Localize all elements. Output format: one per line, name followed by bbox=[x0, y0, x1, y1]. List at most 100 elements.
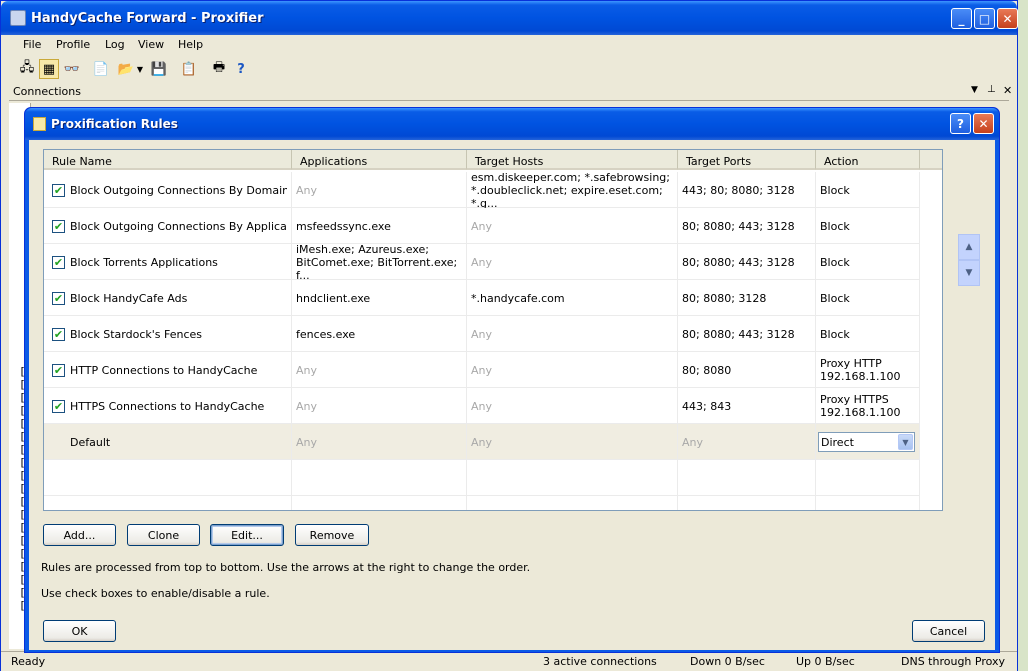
rule-row[interactable]: ✔ Block Torrents Applications iMesh.exe; A… bbox=[44, 244, 920, 280]
rule-name-cell[interactable]: ✔ HTTPS Connections to HandyCache bbox=[44, 388, 292, 424]
rule-ports-cell[interactable]: 80; 8080 bbox=[678, 352, 816, 388]
rule-action-cell[interactable]: Block bbox=[816, 244, 920, 280]
print-icon[interactable]: 🖶 bbox=[209, 59, 229, 79]
open-profile-icon[interactable]: 📂 bbox=[116, 59, 136, 79]
rule-ports-cell[interactable]: 80; 8080; 443; 3128 bbox=[678, 244, 816, 280]
rule-name-cell[interactable]: ✔ HTTP Connections to HandyCache bbox=[44, 352, 292, 388]
save-profile-icon[interactable]: 💾 bbox=[149, 59, 169, 79]
rule-name-cell[interactable]: ✔ Block Outgoing Connections By Applicati… bbox=[44, 208, 292, 244]
rule-hosts-cell[interactable]: Any bbox=[467, 352, 678, 388]
menu-help[interactable]: Help bbox=[178, 38, 203, 51]
connections-icon[interactable]: 🖧 bbox=[17, 59, 37, 79]
rule-name-cell[interactable]: ✔ Block Stardock's Fences bbox=[44, 316, 292, 352]
main-titlebar[interactable]: HandyCache Forward - Proxifier _ □ ✕ bbox=[1, 1, 1018, 35]
rule-enabled-checkbox[interactable]: ✔ bbox=[52, 399, 65, 413]
column-header-target-hosts[interactable]: Target Hosts bbox=[467, 150, 678, 170]
minimize-button[interactable]: _ bbox=[951, 8, 972, 29]
add-button[interactable]: Add... bbox=[43, 524, 116, 546]
rule-hosts-cell[interactable]: Any bbox=[467, 424, 678, 460]
rule-ports-cell[interactable]: 443; 843 bbox=[678, 388, 816, 424]
dialog-titlebar[interactable]: Proxification Rules ? ✕ bbox=[25, 108, 999, 140]
rule-action-cell[interactable]: Block bbox=[816, 208, 920, 244]
rule-applications-cell[interactable]: Any bbox=[292, 352, 467, 388]
edit-button[interactable]: Edit... bbox=[210, 524, 284, 546]
rule-row[interactable]: ✔ Block HandyCafe Ads hndclient.exe *.handy… bbox=[44, 280, 920, 316]
pin-icon[interactable]: ⊥ bbox=[987, 84, 996, 95]
dropdown-arrow-icon[interactable]: ▼ bbox=[135, 59, 145, 79]
menu-profile[interactable]: Profile bbox=[56, 38, 90, 51]
dialog-close-button[interactable]: ✕ bbox=[973, 113, 994, 134]
column-header-action[interactable]: Action bbox=[816, 150, 920, 170]
rule-applications-cell[interactable]: hndclient.exe bbox=[292, 280, 467, 316]
rule-enabled-checkbox[interactable]: ✔ bbox=[52, 291, 65, 305]
rule-row[interactable]: ✔ Block Stardock's Fences fences.exe Any 80;… bbox=[44, 316, 920, 352]
rule-action-cell-text: Proxy HTTPS 192.168.1.100 bbox=[820, 393, 901, 419]
rule-applications-cell[interactable]: fences.exe bbox=[292, 316, 467, 352]
ok-button[interactable]: OK bbox=[43, 620, 116, 642]
rule-row[interactable]: ✔ HTTPS Connections to HandyCache Any Any 44… bbox=[44, 388, 920, 424]
rule-hosts-cell[interactable]: Any bbox=[467, 244, 678, 280]
default-rule-row[interactable]: Default Any Any Any Direct ▼ bbox=[44, 424, 920, 460]
column-header-target-ports[interactable]: Target Ports bbox=[678, 150, 816, 170]
rule-hosts-cell[interactable]: Any bbox=[467, 388, 678, 424]
rule-ports-cell[interactable]: 80; 8080; 443; 3128 bbox=[678, 208, 816, 244]
rules-icon[interactable]: ▦ bbox=[39, 59, 59, 79]
help-icon[interactable]: ? bbox=[231, 59, 251, 79]
rule-applications-cell[interactable]: msfeedssync.exe bbox=[292, 208, 467, 244]
status-active-connections: 3 active connections bbox=[543, 655, 657, 668]
rule-name-cell[interactable]: ✔ Block HandyCafe Ads bbox=[44, 280, 292, 316]
new-profile-icon[interactable]: 📄 bbox=[91, 59, 111, 79]
rule-enabled-checkbox[interactable]: ✔ bbox=[52, 219, 65, 233]
rule-enabled-checkbox[interactable]: ✔ bbox=[52, 363, 65, 377]
menu-log[interactable]: Log bbox=[105, 38, 125, 51]
rule-name-cell[interactable]: ✔ Block Torrents Applications bbox=[44, 244, 292, 280]
rule-applications-cell[interactable]: Any bbox=[292, 424, 467, 460]
rule-action-cell[interactable]: Block bbox=[816, 316, 920, 352]
rule-hosts-cell-text: Any bbox=[471, 255, 493, 269]
traffic-icon[interactable]: 👓 bbox=[62, 59, 82, 79]
rule-hosts-cell[interactable]: *.handycafe.com bbox=[467, 280, 678, 316]
rule-action-cell[interactable]: Direct ▼ bbox=[816, 424, 920, 460]
rule-enabled-checkbox[interactable]: ✔ bbox=[52, 327, 65, 341]
default-action-value: Direct bbox=[821, 435, 854, 449]
rule-ports-cell[interactable]: 80; 8080; 443; 3128 bbox=[678, 316, 816, 352]
rule-ports-cell[interactable]: Any bbox=[678, 424, 816, 460]
rule-row[interactable]: ✔ Block Outgoing Connections By Domain Any… bbox=[44, 172, 920, 208]
chevron-down-icon[interactable]: ▼ bbox=[898, 434, 913, 450]
panel-close-icon[interactable]: ✕ bbox=[1003, 84, 1012, 97]
column-header-rule-name[interactable]: Rule Name bbox=[44, 150, 292, 170]
rule-ports-cell[interactable]: 443; 80; 8080; 3128 bbox=[678, 172, 816, 208]
rule-applications-cell[interactable]: Any bbox=[292, 388, 467, 424]
options-icon[interactable]: 📋 bbox=[179, 59, 199, 79]
rule-action-cell[interactable]: Proxy HTTP 192.168.1.100 bbox=[816, 352, 920, 388]
rule-ports-cell[interactable]: 80; 8080; 3128 bbox=[678, 280, 816, 316]
toolbar: 🖧 ▦ 👓 📄 📂 ▼ 💾 📋 🖶 ? bbox=[1, 56, 1017, 82]
remove-button[interactable]: Remove bbox=[295, 524, 369, 546]
rule-hosts-cell[interactable]: Any bbox=[467, 316, 678, 352]
dialog-help-button[interactable]: ? bbox=[950, 113, 971, 134]
rule-action-cell[interactable]: Proxy HTTPS 192.168.1.100 bbox=[816, 388, 920, 424]
default-action-select[interactable]: Direct ▼ bbox=[818, 432, 915, 452]
rule-applications-cell[interactable]: Any bbox=[292, 172, 467, 208]
column-header-applications[interactable]: Applications bbox=[292, 150, 467, 170]
move-down-button[interactable]: ▼ bbox=[958, 260, 980, 286]
rule-enabled-checkbox[interactable]: ✔ bbox=[52, 255, 65, 269]
menu-view[interactable]: View bbox=[138, 38, 164, 51]
clone-button[interactable]: Clone bbox=[127, 524, 200, 546]
rule-hosts-cell[interactable]: Any bbox=[467, 208, 678, 244]
move-up-button[interactable]: ▲ bbox=[958, 234, 980, 260]
menu-file[interactable]: File bbox=[23, 38, 41, 51]
cancel-button[interactable]: Cancel bbox=[912, 620, 985, 642]
rule-enabled-checkbox[interactable]: ✔ bbox=[52, 183, 65, 197]
maximize-button[interactable]: □ bbox=[974, 8, 995, 29]
rule-action-cell[interactable]: Block bbox=[816, 280, 920, 316]
rule-applications-cell[interactable]: iMesh.exe; Azureus.exe; BitComet.exe; Bi… bbox=[292, 244, 467, 280]
panel-menu-icon[interactable]: ▼ bbox=[971, 85, 978, 95]
rule-name-cell[interactable]: ✔ Block Outgoing Connections By Domain bbox=[44, 172, 292, 208]
rule-action-cell[interactable]: Block bbox=[816, 172, 920, 208]
rule-hosts-cell[interactable]: esm.diskeeper.com; *.safebrowsing; *.dou… bbox=[467, 172, 678, 208]
rule-row[interactable]: ✔ Block Outgoing Connections By Applicati… bbox=[44, 208, 920, 244]
close-button[interactable]: ✕ bbox=[997, 8, 1018, 29]
empty-cell bbox=[816, 496, 920, 510]
rule-row[interactable]: ✔ HTTP Connections to HandyCache Any Any 80;… bbox=[44, 352, 920, 388]
